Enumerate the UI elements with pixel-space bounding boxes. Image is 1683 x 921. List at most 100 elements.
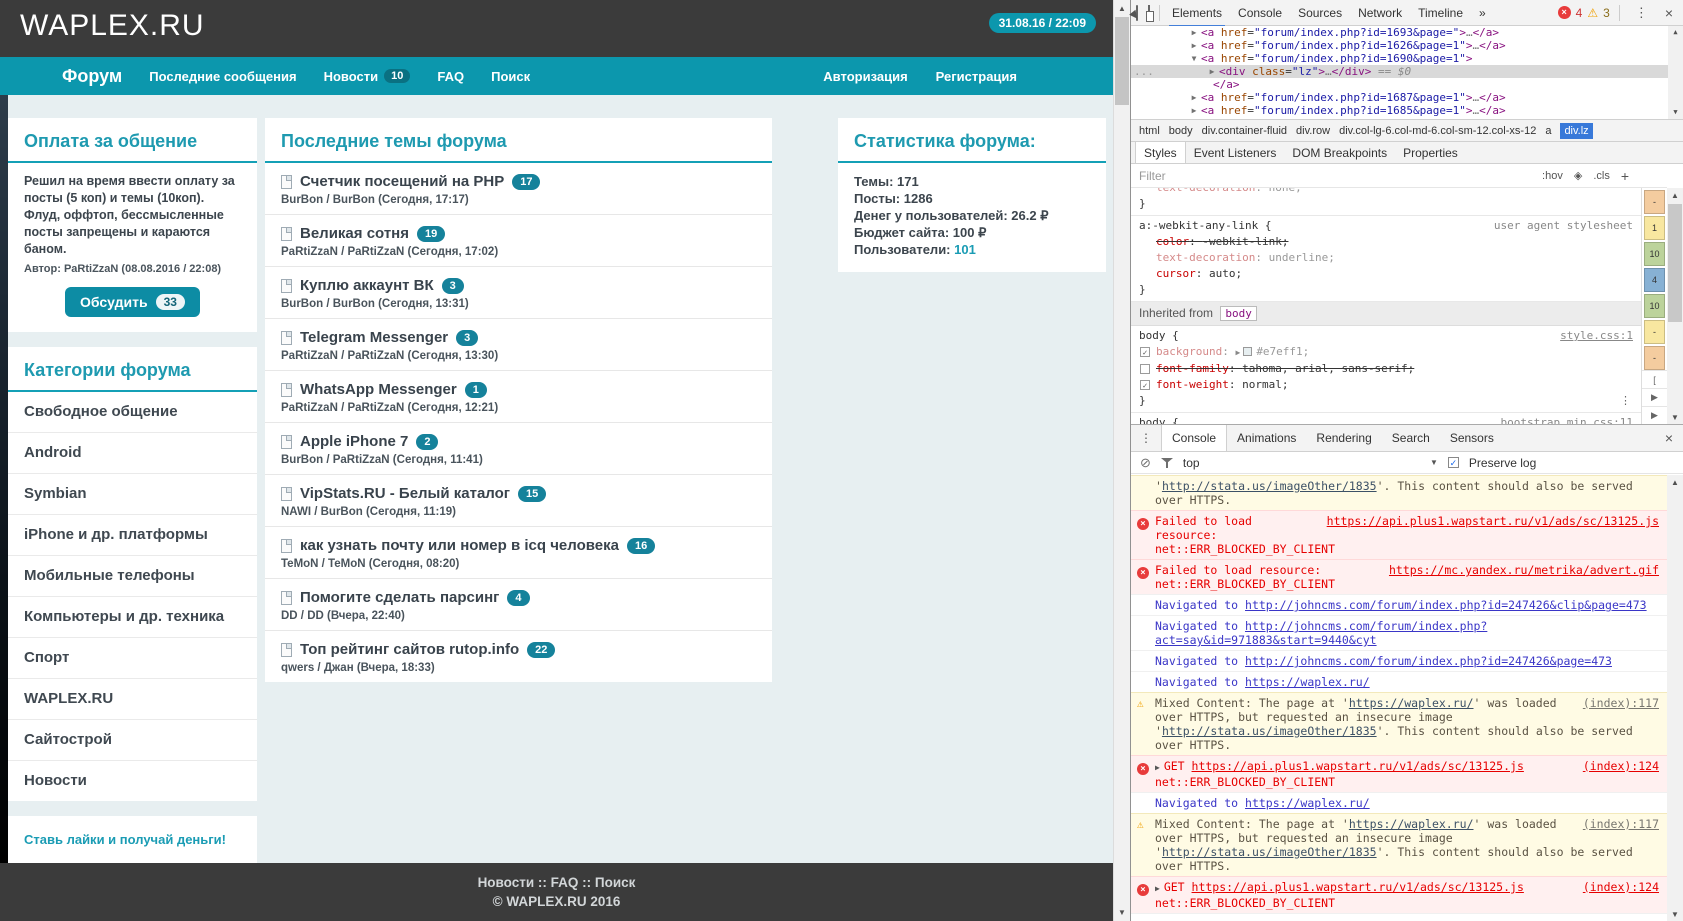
styles-filter-input[interactable]: Filter: [1139, 169, 1166, 183]
collapsed-section-row[interactable]: ▶: [1642, 388, 1667, 406]
topic-list-item[interactable]: Помогите сделать парсинг4DD / DD (Вчера,…: [265, 578, 772, 630]
tree-collapsed-arrow-icon[interactable]: ▶: [1207, 65, 1217, 78]
source-location-link[interactable]: (index):124: [1583, 880, 1659, 894]
execution-context-select[interactable]: top ▼: [1183, 456, 1438, 470]
stylesheet-origin[interactable]: style.css:1: [1560, 328, 1633, 344]
css-property[interactable]: text-decoration: none;: [1139, 188, 1635, 196]
property-checkbox[interactable]: ✓: [1140, 347, 1150, 357]
topic-list-item[interactable]: WhatsApp Messenger1PaRtiZzaN / PaRtiZzaN…: [265, 370, 772, 422]
category-item[interactable]: iPhone и др. платформы: [8, 514, 257, 555]
error-badge-icon[interactable]: ×: [1558, 6, 1571, 19]
dom-tree-row[interactable]: ▶<a href="forum/index.php?id=1626&page=1…: [1131, 39, 1683, 52]
source-location-link[interactable]: https://api.plus1.wapstart.ru/v1/ads/sc/…: [1327, 514, 1659, 528]
topic-title[interactable]: Помогите сделать парсинг: [300, 589, 499, 606]
console-link[interactable]: https://api.plus1.wapstart.ru/v1/ads/sc/…: [1192, 880, 1524, 894]
device-toolbar-icon[interactable]: [1148, 6, 1150, 20]
category-item[interactable]: WAPLEX.RU: [8, 678, 257, 719]
console-link[interactable]: https://waplex.ru/: [1349, 696, 1474, 710]
breadcrumb-item[interactable]: div.lz: [1560, 123, 1592, 139]
nav-item[interactable]: Поиск: [491, 69, 530, 84]
devtools-tab-network[interactable]: Network: [1350, 0, 1410, 26]
category-item[interactable]: Мобильные телефоны: [8, 555, 257, 596]
topic-list-item[interactable]: Счетчик посещений на PHP17BurBon / BurBo…: [265, 163, 772, 214]
new-style-rule-button[interactable]: +: [1621, 168, 1629, 184]
dom-tree-row[interactable]: ▶<a href="forum/index.php?id=1693&page="…: [1131, 26, 1683, 39]
scroll-up-arrow-icon[interactable]: ▲: [1667, 475, 1683, 489]
topic-title[interactable]: VipStats.RU - Белый каталог: [300, 485, 510, 502]
styles-scrollbar[interactable]: ▲ ▼: [1667, 188, 1683, 424]
breadcrumb-item[interactable]: div.col-lg-6.col-md-6.col-sm-12.col-xs-1…: [1339, 125, 1536, 137]
collapsed-section-row[interactable]: [: [1642, 370, 1667, 388]
inherited-node[interactable]: body: [1220, 306, 1257, 321]
filter-funnel-icon[interactable]: [1161, 457, 1173, 469]
category-item[interactable]: Symbian: [8, 473, 257, 514]
breadcrumb-item[interactable]: div.container-fluid: [1202, 125, 1287, 137]
devtools-tab-console[interactable]: Console: [1230, 0, 1290, 26]
tree-collapsed-arrow-icon[interactable]: ▶: [1189, 26, 1199, 39]
css-property[interactable]: ✓font-weight: normal;: [1139, 377, 1635, 393]
devtools-tab-elements[interactable]: Elements: [1164, 0, 1230, 26]
expand-arrow-icon[interactable]: ▶: [1155, 763, 1160, 772]
category-item[interactable]: Спорт: [8, 637, 257, 678]
dom-tree-row[interactable]: ▼<a href="forum/index.php?id=1690&page=1…: [1131, 52, 1683, 65]
nav-item[interactable]: Форум: [62, 66, 122, 87]
more-tabs-chevron-icon[interactable]: »: [1471, 0, 1494, 26]
nav-item[interactable]: Последние сообщения: [149, 69, 296, 84]
sidebar-tab-styles[interactable]: Styles: [1135, 142, 1186, 163]
drawer-tab-search[interactable]: Search: [1382, 425, 1440, 451]
color-swatch[interactable]: [1243, 347, 1252, 356]
breadcrumb-item[interactable]: div.row: [1296, 125, 1330, 137]
console-link[interactable]: http://stata.us/imageOther/1835: [1162, 724, 1377, 738]
topic-list-item[interactable]: VipStats.RU - Белый каталог15NAWI / BurB…: [265, 474, 772, 526]
page-scrollbar[interactable]: ▲ ▼: [1113, 0, 1130, 921]
topic-list-item[interactable]: как узнать почту или номер в icq человек…: [265, 526, 772, 578]
scrollbar-thumb[interactable]: [1668, 204, 1682, 322]
inspect-element-icon[interactable]: [1136, 6, 1138, 20]
scroll-down-arrow-icon[interactable]: ▼: [1668, 106, 1683, 119]
devtools-tab-sources[interactable]: Sources: [1290, 0, 1350, 26]
stylesheet-origin[interactable]: bootstrap.min.css:11: [1501, 415, 1633, 424]
footer-links[interactable]: Новости :: FAQ :: Поиск: [0, 873, 1113, 892]
drawer-tab-animations[interactable]: Animations: [1227, 425, 1306, 451]
drawer-menu-icon[interactable]: ⋮: [1131, 431, 1161, 445]
scroll-down-arrow-icon[interactable]: ▼: [1114, 904, 1130, 921]
source-location-link[interactable]: (index):117: [1583, 696, 1659, 710]
topic-title[interactable]: Куплю аккаунт ВК: [300, 277, 434, 294]
clear-console-icon[interactable]: ⊘: [1140, 455, 1151, 471]
site-logo[interactable]: WAPLEX.RU: [20, 9, 205, 43]
scroll-up-arrow-icon[interactable]: ▲: [1114, 0, 1130, 17]
nav-item[interactable]: Авторизация: [823, 69, 907, 84]
sidebar-tab-event-listeners[interactable]: Event Listeners: [1186, 142, 1285, 163]
console-link[interactable]: https://waplex.ru/: [1245, 796, 1370, 810]
topic-list-item[interactable]: Куплю аккаунт ВК3BurBon / BurBon (Сегодн…: [265, 266, 772, 318]
breadcrumb-item[interactable]: html: [1139, 125, 1160, 137]
scroll-down-arrow-icon[interactable]: ▼: [1667, 907, 1683, 921]
breadcrumb-item[interactable]: body: [1169, 125, 1193, 137]
css-property[interactable]: color: -webkit-link;: [1139, 234, 1635, 250]
css-property[interactable]: ✓background: ▶#e7eff1;: [1139, 344, 1635, 361]
console-link[interactable]: https://waplex.ru/: [1245, 675, 1370, 689]
elements-scrollbar[interactable]: ▲ ▼: [1668, 26, 1683, 119]
topic-title[interactable]: Топ рейтинг сайтов rutop.info: [300, 641, 519, 658]
tree-expanded-arrow-icon[interactable]: ▼: [1189, 52, 1199, 65]
collapsed-section-row[interactable]: ▶: [1642, 406, 1667, 424]
discuss-button[interactable]: Обсудить 33: [65, 287, 200, 317]
property-checkbox[interactable]: [1140, 364, 1150, 374]
console-link[interactable]: http://johncms.com/forum/index.php?id=24…: [1245, 654, 1612, 668]
tree-collapsed-arrow-icon[interactable]: ▶: [1189, 91, 1199, 104]
console-link[interactable]: https://waplex.ru/: [1349, 817, 1474, 831]
devtools-tab-timeline[interactable]: Timeline: [1410, 0, 1471, 26]
warning-triangle-icon[interactable]: ⚠: [1587, 6, 1598, 20]
console-link[interactable]: http://stata.us/imageOther/1835: [1162, 845, 1377, 859]
drawer-close-icon[interactable]: ×: [1655, 430, 1683, 446]
nav-item[interactable]: Регистрация: [936, 69, 1017, 84]
source-location-link[interactable]: (index):124: [1583, 759, 1659, 773]
topic-title[interactable]: Apple iPhone 7: [300, 433, 408, 450]
drawer-tab-rendering[interactable]: Rendering: [1306, 425, 1381, 451]
category-item[interactable]: Android: [8, 432, 257, 473]
nav-item[interactable]: FAQ: [437, 69, 464, 84]
css-property[interactable]: font-family: tahoma, arial, sans-serif;: [1139, 361, 1635, 377]
topic-title[interactable]: WhatsApp Messenger: [300, 381, 457, 398]
drawer-tab-console[interactable]: Console: [1161, 425, 1227, 451]
scroll-down-arrow-icon[interactable]: ▼: [1667, 410, 1683, 424]
